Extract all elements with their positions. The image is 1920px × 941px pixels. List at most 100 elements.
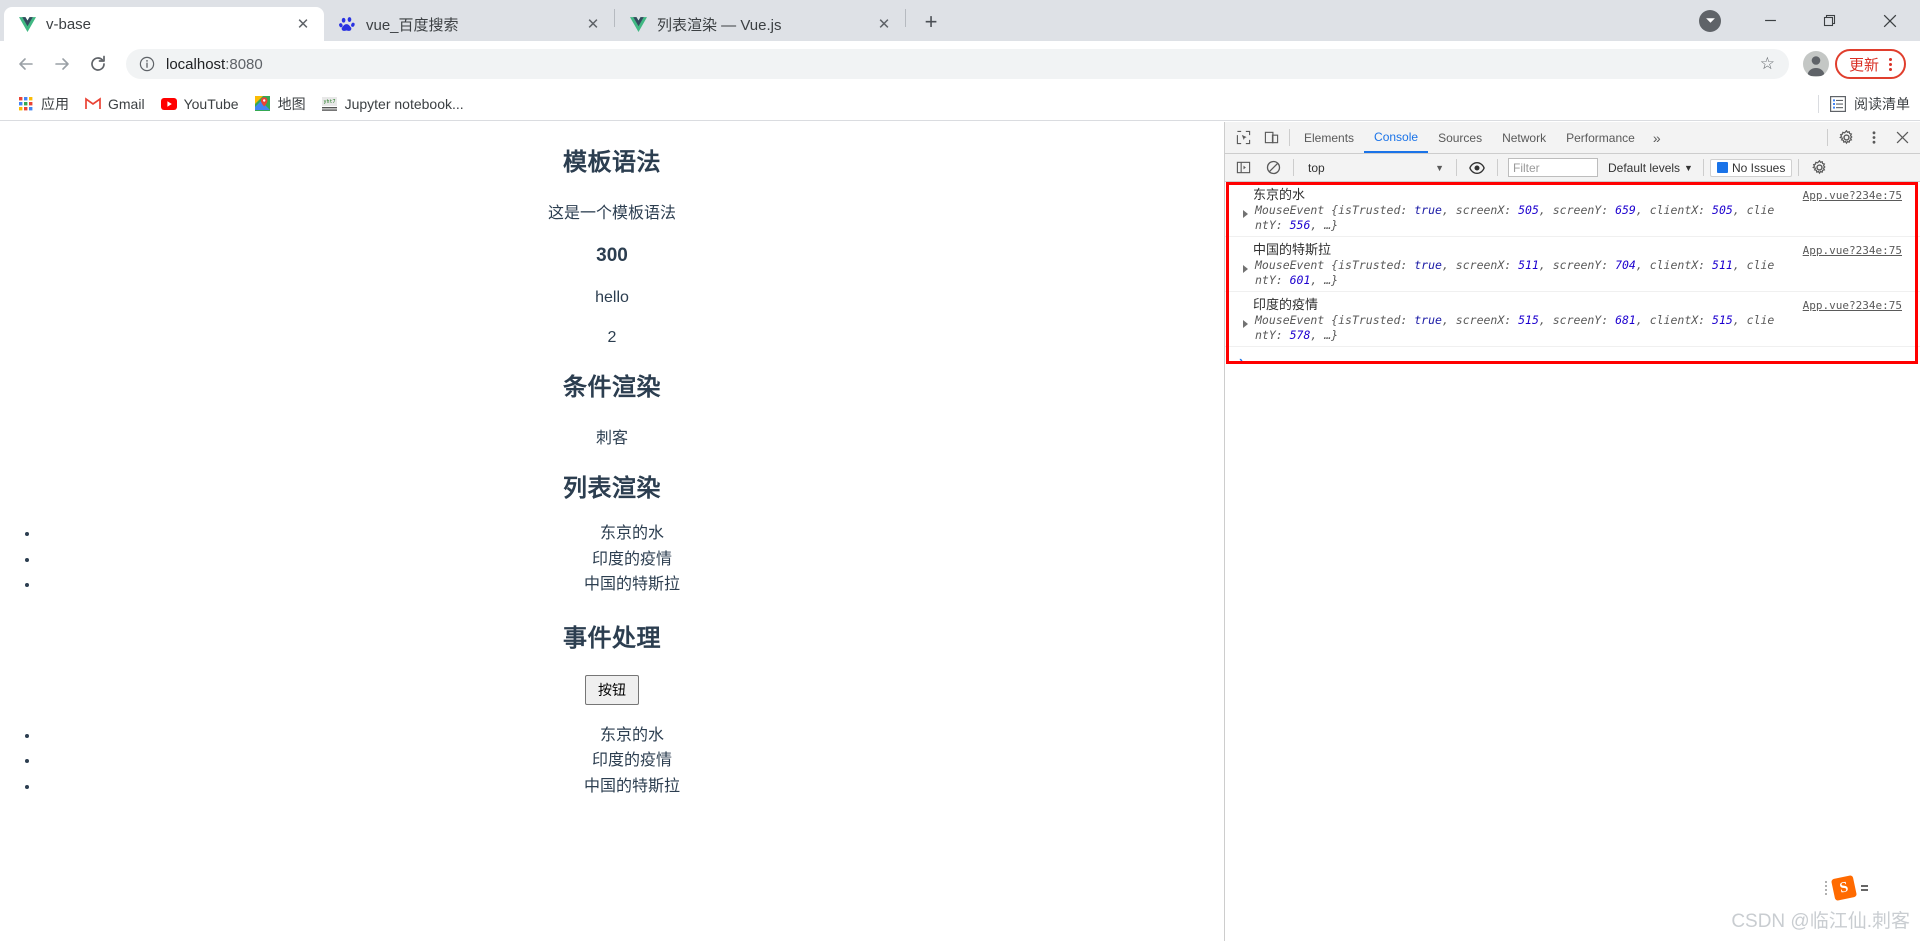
more-tabs-icon[interactable]: » [1645,130,1669,146]
bookmark-star-icon[interactable]: ☆ [1760,54,1779,74]
back-icon[interactable] [8,46,44,82]
list-item[interactable]: 印度的疫情 [40,748,1224,774]
gmail-icon [85,96,101,112]
obj-clienty: 556 [1290,218,1311,232]
bookmark-apps[interactable]: 应用 [10,90,77,118]
tab-close-button[interactable]: ✕ [582,13,604,35]
reload-icon[interactable] [80,46,116,82]
button-wrapper: 按钮 [0,675,1224,705]
obj-line2-pre: ntY: [1255,218,1290,232]
new-tab-button[interactable]: + [914,5,948,39]
maximize-button[interactable] [1800,0,1860,41]
window-controls [1680,0,1920,41]
console-message-source[interactable]: App.vue?234e:75 [1803,189,1920,202]
gear-icon[interactable] [1805,155,1833,181]
reading-list-icon [1830,96,1846,112]
expand-triangle-icon[interactable] [1243,265,1248,273]
sogou-logo-icon: S [1831,875,1857,901]
update-button[interactable]: 更新 [1835,49,1906,79]
forward-icon[interactable] [44,46,80,82]
chevron-down-icon: ▼ [1684,163,1693,173]
expand-triangle-icon[interactable] [1243,320,1248,328]
console-prompt[interactable]: › [1225,347,1920,373]
tab-network[interactable]: Network [1492,122,1556,153]
kebab-menu-icon[interactable] [1860,125,1888,151]
obj-line2-pre: ntY: [1255,328,1290,342]
reading-list-label: 阅读清单 [1854,94,1910,114]
apps-grid-icon [18,96,34,112]
console-message-object[interactable]: MouseEvent {isTrusted: true, screenX: 51… [1235,258,1875,288]
devtools-tab-bar: Elements Console Sources Network Perform… [1225,122,1920,154]
text-assassin: 刺客 [0,424,1224,448]
clear-console-icon[interactable] [1259,155,1287,181]
address-bar[interactable]: localhost:8080 ☆ [126,49,1789,79]
bookmarks-bar: 应用 Gmail YouTube [0,87,1920,121]
live-expression-icon[interactable] [1463,155,1491,181]
avatar[interactable] [1803,51,1829,77]
tab-console[interactable]: Console [1364,122,1428,153]
site-info-icon[interactable] [136,53,158,75]
reading-list-button[interactable]: 阅读清单 [1818,87,1910,121]
close-icon[interactable] [1888,125,1916,151]
execution-context-select[interactable]: top ▼ [1300,161,1450,175]
baidu-icon [338,15,356,33]
obj-mid4: , clie [1733,203,1775,217]
obj-screeny: 704 [1615,258,1636,272]
tab-close-button[interactable]: ✕ [292,13,314,35]
gear-icon[interactable] [1832,125,1860,151]
close-window-button[interactable] [1860,0,1920,41]
vue-app-root: 模板语法 这是一个模板语法 300 hello 2 条件渲染 刺客 列表渲染 东… [0,142,1224,800]
devtools-right-controls [1823,125,1916,151]
minimize-button[interactable] [1740,0,1800,41]
tab-performance[interactable]: Performance [1556,122,1645,153]
issues-button[interactable]: No Issues [1710,159,1792,177]
tab-sources[interactable]: Sources [1428,122,1492,153]
sogou-ime-widget[interactable]: S [1825,877,1868,899]
console-message-object[interactable]: MouseEvent {isTrusted: true, screenX: 50… [1235,203,1875,233]
list-item: 印度的疫情 [40,547,1224,573]
console-message-label: 中国的特斯拉 [1253,239,1331,258]
bookmark-gmail[interactable]: Gmail [77,92,153,116]
console-message-source[interactable]: App.vue?234e:75 [1803,244,1920,257]
kebab-menu-icon[interactable] [1885,58,1896,71]
drag-handle-icon[interactable] [1825,881,1827,895]
console-message[interactable]: 东京的水 App.vue?234e:75 MouseEvent {isTrust… [1225,182,1920,237]
obj-prefix: MouseEvent {isTrusted: [1255,203,1414,217]
obj-true: true [1414,313,1442,327]
chevron-down-icon: ▼ [1435,163,1450,173]
text-two: 2 [0,329,1224,347]
console-sidebar-icon[interactable] [1229,155,1257,181]
bookmark-maps[interactable]: 地图 [247,90,314,118]
bookmark-jupyter[interactable]: yht7 Jupyter notebook... [314,92,472,116]
page-heading-event-handling: 事件处理 [0,618,1224,653]
list-item[interactable]: 中国的特斯拉 [40,774,1224,800]
browser-tab-1[interactable]: v-base ✕ [4,7,324,41]
action-button[interactable]: 按钮 [585,675,639,705]
watermark: CSDN @临江仙.刺客 [1731,906,1910,933]
downloads-button[interactable] [1680,0,1740,41]
browser-tab-2[interactable]: vue_百度搜索 ✕ [324,7,614,41]
log-levels-select[interactable]: Default levels ▼ [1604,161,1697,175]
console-message-source[interactable]: App.vue?234e:75 [1803,299,1920,312]
expand-triangle-icon[interactable] [1243,210,1248,218]
obj-mid3: , clientX: [1636,313,1712,327]
console-message[interactable]: 印度的疫情 App.vue?234e:75 MouseEvent {isTrus… [1225,292,1920,347]
issue-flag-icon [1717,162,1728,173]
obj-mid2: , screenY: [1539,258,1615,272]
console-message-object[interactable]: MouseEvent {isTrusted: true, screenX: 51… [1235,313,1875,343]
inspect-element-icon[interactable] [1229,125,1257,151]
kebab-menu-icon[interactable] [1861,885,1868,891]
browser-tab-3[interactable]: 列表渲染 — Vue.js ✕ [615,7,905,41]
tab-title: v-base [46,16,292,33]
bookmark-youtube[interactable]: YouTube [153,92,247,116]
device-toolbar-icon[interactable] [1257,125,1285,151]
tab-elements[interactable]: Elements [1294,122,1364,153]
console-message[interactable]: 中国的特斯拉 App.vue?234e:75 MouseEvent {isTru… [1225,237,1920,292]
list-item[interactable]: 东京的水 [40,723,1224,749]
jupyter-icon: yht7 [322,96,338,112]
list-render-list: 东京的水 印度的疫情 中国的特斯拉 [0,521,1224,598]
console-filter-input[interactable]: Filter [1508,158,1598,177]
bookmark-label: Jupyter notebook... [345,96,464,112]
obj-screenx: 515 [1518,313,1539,327]
tab-close-button[interactable]: ✕ [873,13,895,35]
